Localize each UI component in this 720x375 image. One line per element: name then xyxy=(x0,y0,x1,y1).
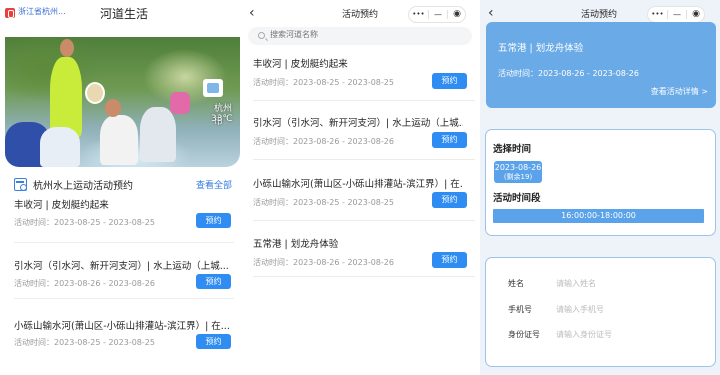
time-selection-card: 选择时间 2023-08-26 (剩余19) 活动时间段 16:00:00-18… xyxy=(485,129,716,236)
calendar-icon xyxy=(14,178,27,191)
location-label[interactable]: 浙江省杭州... xyxy=(18,6,66,17)
id-number-label: 身份证号 xyxy=(508,330,540,339)
section-header: 杭州水上运动活动预约 查看全部 xyxy=(14,177,234,193)
name-row: 姓名 xyxy=(486,276,717,292)
applicant-form-card: 姓名 手机号 身份证号 xyxy=(485,257,716,367)
divider xyxy=(253,159,475,160)
activity-item[interactable]: 引水河（引水河、新开河支河）| 水上运动（上城... 活动时间：2023-08-… xyxy=(253,115,475,170)
weather-icon xyxy=(203,79,223,97)
banner-photo-figure xyxy=(170,92,190,114)
activity-time: 活动时间：2023-08-26 - 2023-08-26 xyxy=(253,258,394,267)
banner-photo-figure xyxy=(60,39,74,57)
id-row: 身份证号 xyxy=(486,327,717,343)
more-icon[interactable]: ••• xyxy=(409,7,428,22)
back-arrow-icon[interactable]: ‹ xyxy=(488,5,494,21)
divider xyxy=(253,276,475,277)
name-input[interactable] xyxy=(556,276,696,290)
app-logo-icon[interactable] xyxy=(5,8,15,18)
activity-name: 丰收河 | 皮划艇约起来 xyxy=(14,200,109,211)
reserve-button[interactable]: 预约 xyxy=(196,274,231,289)
see-all-link[interactable]: 查看全部 xyxy=(196,178,232,191)
activity-item[interactable]: 小砾山输水河(萧山区-小砾山排灌站-滨江界）| 在... 活动时间：2023-0… xyxy=(253,176,475,231)
divider xyxy=(253,220,475,221)
id-number-input[interactable] xyxy=(556,327,696,341)
section-title: 杭州水上运动活动预约 xyxy=(33,181,133,192)
minimize-icon[interactable]: — xyxy=(429,7,447,22)
date-option[interactable]: 2023-08-26 (剩余19) xyxy=(494,161,542,183)
activity-time: 活动时间：2023-08-26 - 2023-08-26 xyxy=(253,137,394,146)
phone-label: 手机号 xyxy=(508,305,532,314)
banner-photo xyxy=(50,57,82,137)
close-icon[interactable]: ◉ xyxy=(448,7,466,22)
capsule-menu: ••• — ◉ xyxy=(647,6,705,23)
phone-input[interactable] xyxy=(556,302,696,316)
home-header: 浙江省杭州... 河道生活 xyxy=(0,0,240,27)
search-bar[interactable] xyxy=(248,27,472,45)
minimize-icon[interactable]: — xyxy=(668,7,686,22)
name-label: 姓名 xyxy=(508,279,524,288)
activity-time: 活动时间：2023-08-26 - 2023-08-26 xyxy=(498,69,639,78)
banner-photo-figure xyxy=(40,127,80,167)
divider xyxy=(14,242,234,243)
divider xyxy=(14,298,234,299)
more-icon[interactable]: ••• xyxy=(648,7,667,22)
close-icon[interactable]: ◉ xyxy=(687,7,705,22)
capsule-menu: ••• — ◉ xyxy=(408,6,466,23)
activity-name: 丰收河 | 皮划艇约起来 xyxy=(253,59,348,70)
banner-photo-figure xyxy=(105,99,121,117)
activity-name: 五常港 | 划龙舟体验 xyxy=(253,239,339,250)
activity-item[interactable]: 五常港 | 划龙舟体验 活动时间：2023-08-26 - 2023-08-26… xyxy=(253,236,475,291)
activity-time: 活动时间：2023-08-25 - 2023-08-25 xyxy=(14,218,155,227)
time-slot-label: 活动时间段 xyxy=(493,193,541,204)
reserve-button[interactable]: 预约 xyxy=(432,192,467,208)
activity-name: 小砾山输水河(萧山区-小砾山排灌站-滨江界）| 在... xyxy=(14,321,230,332)
activity-list-screen: ‹ 活动预约 ••• — ◉ 丰收河 | 皮划艇约起来 活动时间：2023-08… xyxy=(240,0,480,375)
activity-item[interactable]: 引水河（引水河、新开河支河）| 水上运动（上城... 活动时间：2023-08-… xyxy=(14,258,234,308)
activity-time: 活动时间：2023-08-25 - 2023-08-25 xyxy=(14,338,155,347)
reserve-button[interactable]: 预约 xyxy=(196,213,231,228)
activity-name: 小砾山输水河(萧山区-小砾山排灌站-滨江界）| 在... xyxy=(253,179,463,190)
time-slot-option[interactable]: 16:00:00-18:00:00 xyxy=(493,209,704,223)
activity-time: 活动时间：2023-08-26 - 2023-08-26 xyxy=(14,279,155,288)
reserve-button[interactable]: 预约 xyxy=(432,73,467,89)
choose-time-label: 选择时间 xyxy=(493,144,532,155)
booking-screen: ‹ 活动预约 ••• — ◉ 五常港 | 划龙舟体验 活动时间：2023-08-… xyxy=(480,0,720,375)
nav-title: 活动预约 xyxy=(581,10,618,20)
banner-photo-figure xyxy=(85,82,105,104)
activity-item[interactable]: 小砾山输水河(萧山区-小砾山排灌站-滨江界）| 在... 活动时间：2023-0… xyxy=(14,318,234,368)
reserve-button[interactable]: 预约 xyxy=(196,334,231,349)
reserve-button[interactable]: 预约 xyxy=(432,132,467,148)
screen: 浙江省杭州... 河道生活 杭州市 33℃ 杭州水上运动活动预约 查看全部 丰收… xyxy=(0,0,720,375)
activity-name: 引水河（引水河、新开河支河）| 水上运动（上城... xyxy=(253,118,463,129)
home-screen: 浙江省杭州... 河道生活 杭州市 33℃ 杭州水上运动活动预约 查看全部 丰收… xyxy=(0,0,240,375)
activity-item[interactable]: 丰收河 | 皮划艇约起来 活动时间：2023-08-25 - 2023-08-2… xyxy=(253,56,475,111)
banner-carousel[interactable]: 杭州市 33℃ xyxy=(5,37,240,167)
banner-photo-figure xyxy=(140,107,176,162)
view-detail-link[interactable]: 查看活动详情 > xyxy=(651,86,708,97)
phone-row: 手机号 xyxy=(486,302,717,318)
search-icon xyxy=(258,32,265,39)
back-arrow-icon[interactable]: ‹ xyxy=(249,5,255,21)
page-title: 河道生活 xyxy=(100,7,149,21)
divider xyxy=(253,100,475,101)
search-input[interactable] xyxy=(270,30,450,39)
activity-time: 活动时间：2023-08-25 - 2023-08-25 xyxy=(253,198,394,207)
date-option-remaining: (剩余19) xyxy=(503,173,533,181)
reserve-button[interactable]: 预约 xyxy=(432,252,467,268)
date-option-date: 2023-08-26 xyxy=(494,163,542,172)
banner-photo-figure xyxy=(100,115,138,165)
activity-item[interactable]: 丰收河 | 皮划艇约起来 活动时间：2023-08-25 - 2023-08-2… xyxy=(14,197,234,247)
nav-title: 活动预约 xyxy=(342,10,379,20)
activity-time: 活动时间：2023-08-25 - 2023-08-25 xyxy=(253,78,394,87)
activity-header-card: 五常港 | 划龙舟体验 活动时间：2023-08-26 - 2023-08-26… xyxy=(486,22,716,108)
weather-temp: 33℃ xyxy=(211,114,233,124)
activity-title: 五常港 | 划龙舟体验 xyxy=(498,43,584,54)
activity-name: 引水河（引水河、新开河支河）| 水上运动（上城... xyxy=(14,261,229,272)
